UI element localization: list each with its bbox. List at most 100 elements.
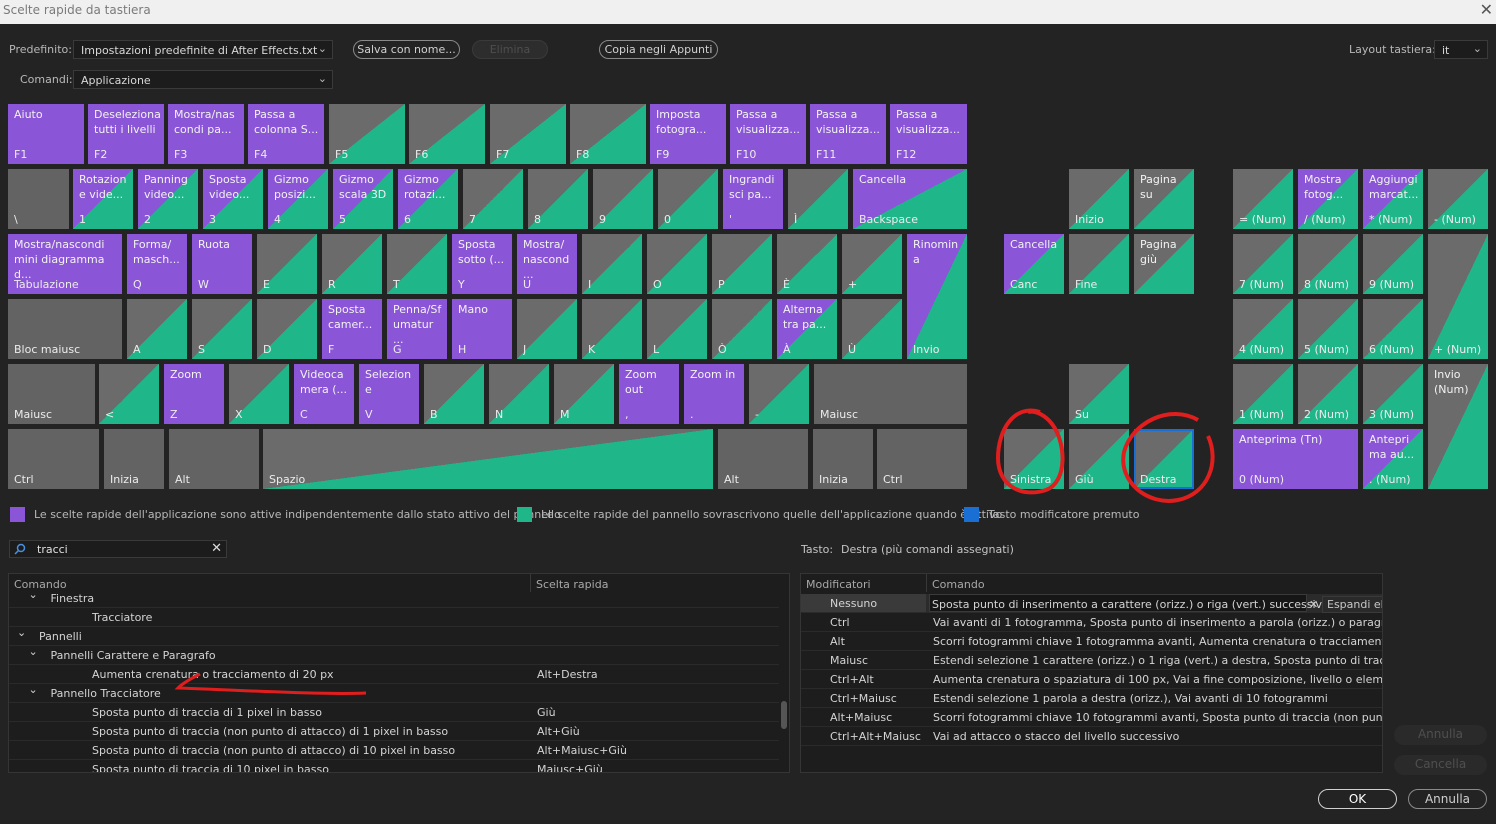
key--[interactable]: Zoom out, bbox=[619, 364, 679, 424]
key-o[interactable]: O bbox=[647, 234, 707, 294]
expand-button[interactable]: Espandi ele bbox=[1322, 596, 1382, 613]
key-4-num-[interactable]: 4 (Num) bbox=[1233, 299, 1293, 359]
key-f8[interactable]: F8 bbox=[570, 104, 646, 164]
chevron-down-icon[interactable]: ⌄ bbox=[17, 627, 26, 639]
preset-dropdown[interactable]: Impostazioni predefinite di After Effect… bbox=[73, 40, 333, 59]
key-e[interactable]: E bbox=[257, 234, 317, 294]
key-k[interactable]: K bbox=[582, 299, 642, 359]
cancel-button[interactable]: Annulla bbox=[1408, 789, 1487, 809]
key-8-num-[interactable]: 8 (Num) bbox=[1298, 234, 1358, 294]
key-ctrl[interactable]: Ctrl bbox=[8, 429, 99, 489]
key--[interactable]: - bbox=[749, 364, 809, 424]
key-maiusc[interactable]: Maiusc bbox=[814, 364, 967, 424]
key-sinistra[interactable]: Sinistra bbox=[1004, 429, 1064, 489]
key-h[interactable]: Mano H bbox=[452, 299, 512, 359]
key-r[interactable]: R bbox=[322, 234, 382, 294]
table-row[interactable]: Ctrl+Maiusc Estendi selezione 1 parola a … bbox=[801, 689, 1382, 708]
key-tabulazione[interactable]: Mostra/nascondi mini diagramma d... Tabul… bbox=[8, 234, 122, 294]
key--num-[interactable]: Antepri ma au... . (Num) bbox=[1363, 429, 1423, 489]
table-row[interactable]: Sposta punto di traccia (non punto di at… bbox=[9, 722, 779, 741]
key-è[interactable]: È bbox=[777, 234, 837, 294]
key-su[interactable]: Su bbox=[1069, 364, 1129, 424]
key-j[interactable]: J bbox=[517, 299, 577, 359]
key-ù[interactable]: Ù bbox=[842, 299, 902, 359]
shortcut-value[interactable]: Alt+Destra bbox=[537, 668, 598, 681]
key-ò[interactable]: Ò bbox=[712, 299, 772, 359]
tree-group-row[interactable]: ⌄ Pannelli bbox=[9, 627, 779, 646]
key-0-num-[interactable]: Anteprima (Tn) 0 (Num) bbox=[1233, 429, 1358, 489]
key-c[interactable]: Videoca mera (... C bbox=[294, 364, 354, 424]
table-row[interactable]: Tracciatore bbox=[9, 608, 779, 627]
key-g[interactable]: Penna/Sf umatur ... G bbox=[387, 299, 447, 359]
chevron-down-icon[interactable]: ⌄ bbox=[29, 592, 38, 601]
key-f12[interactable]: Passa a visualizza... F12 bbox=[890, 104, 967, 164]
key--num-[interactable]: = (Num) bbox=[1233, 169, 1293, 229]
key-invio[interactable]: Rinomin a Invio bbox=[907, 234, 967, 359]
key-9[interactable]: 9 bbox=[593, 169, 653, 229]
key-6[interactable]: Gizmo rotazi... 6 bbox=[398, 169, 458, 229]
key--num-[interactable]: Aggiungi marcat... * (Num) bbox=[1363, 169, 1423, 229]
key-f10[interactable]: Passa a visualizza... F10 bbox=[730, 104, 806, 164]
key-f3[interactable]: Mostra/nas condi pa... F3 bbox=[168, 104, 244, 164]
key-9-num-[interactable]: 9 (Num) bbox=[1363, 234, 1423, 294]
table-row[interactable]: Ctrl+Alt Aumenta crenatura o spaziatura d… bbox=[801, 670, 1382, 689]
key-fine[interactable]: Fine bbox=[1069, 234, 1129, 294]
delete-button[interactable]: Elimina bbox=[472, 40, 548, 59]
key-8[interactable]: 8 bbox=[528, 169, 588, 229]
clear-button[interactable]: Cancella bbox=[1394, 755, 1487, 775]
table-row[interactable]: Sposta punto di traccia di 10 pixel in b… bbox=[9, 760, 779, 772]
tree-group-row[interactable]: ⌄ Pannelli Carattere e Paragrafo bbox=[9, 646, 779, 665]
shortcut-value[interactable]: Alt+Maiusc+Giù bbox=[537, 744, 627, 757]
key-1-num-[interactable]: 1 (Num) bbox=[1233, 364, 1293, 424]
key-u[interactable]: Mostra/ nascond ... U bbox=[517, 234, 577, 294]
key-q[interactable]: Forma/ masch... Q bbox=[127, 234, 187, 294]
table-row[interactable]: Maiusc Estendi selezione 1 carattere (ori… bbox=[801, 651, 1382, 670]
key-w[interactable]: Ruota W bbox=[192, 234, 252, 294]
key-l[interactable]: L bbox=[647, 299, 707, 359]
key--[interactable]: < bbox=[99, 364, 159, 424]
key-backspace[interactable]: Cancella Backspace bbox=[853, 169, 967, 229]
key-f2[interactable]: Deseleziona tutti i livelli F2 bbox=[88, 104, 164, 164]
key--num-[interactable]: - (Num) bbox=[1428, 169, 1488, 229]
commands-dropdown[interactable]: Applicazione ⌄ bbox=[73, 70, 333, 89]
shortcut-value[interactable]: Alt+Giù bbox=[537, 725, 580, 738]
table-row[interactable]: Aumenta crenatura o tracciamento di 20 p… bbox=[9, 665, 779, 684]
key-2[interactable]: Panning video... 2 bbox=[138, 169, 198, 229]
table-row[interactable]: Sposta punto di traccia (non punto di at… bbox=[9, 741, 779, 760]
key-f11[interactable]: Passa a visualizza... F11 bbox=[810, 104, 886, 164]
key-pagina-su[interactable]: Pagina su bbox=[1134, 169, 1194, 229]
key-alt[interactable]: Alt bbox=[718, 429, 808, 489]
key-3-num-[interactable]: 3 (Num) bbox=[1363, 364, 1423, 424]
key--[interactable]: \ bbox=[8, 169, 69, 229]
chevron-down-icon[interactable]: ⌄ bbox=[29, 684, 38, 696]
key-bloc-maiusc[interactable]: Bloc maiusc bbox=[8, 299, 122, 359]
key-z[interactable]: Zoom Z bbox=[164, 364, 224, 424]
key-inizia[interactable]: Inizia bbox=[104, 429, 164, 489]
key-i[interactable]: I bbox=[582, 234, 642, 294]
key-destra[interactable]: Destra bbox=[1134, 429, 1194, 489]
key-x[interactable]: X bbox=[229, 364, 289, 424]
key--[interactable]: Ingrandi sci pa... ' bbox=[723, 169, 783, 229]
key-d[interactable]: D bbox=[257, 299, 317, 359]
key-a[interactable]: A bbox=[127, 299, 187, 359]
table-row[interactable]: Ctrl Vai avanti di 1 fotogramma, Sposta p… bbox=[801, 613, 1382, 632]
search-field[interactable]: tracci ✕ bbox=[9, 540, 227, 558]
key-giù[interactable]: Giù bbox=[1069, 429, 1129, 489]
table-row[interactable]: Nessuno Sposta punto di inserimento a car… bbox=[801, 594, 1382, 613]
key-n[interactable]: N bbox=[489, 364, 549, 424]
key-alt[interactable]: Alt bbox=[169, 429, 259, 489]
key-m[interactable]: M bbox=[554, 364, 614, 424]
shortcut-value[interactable]: Giù bbox=[537, 706, 556, 719]
ok-button[interactable]: OK bbox=[1318, 789, 1397, 809]
key-spazio[interactable]: Spazio bbox=[263, 429, 713, 489]
key-p[interactable]: P bbox=[712, 234, 772, 294]
key--num-[interactable]: Mostra fotog... / (Num) bbox=[1298, 169, 1358, 229]
key-f5[interactable]: F5 bbox=[329, 104, 405, 164]
table-row[interactable]: Ctrl+Alt+Maiusc Vai ad attacco o stacco d… bbox=[801, 727, 1382, 746]
key-4[interactable]: Gizmo posizi... 4 bbox=[268, 169, 328, 229]
key-invio-num-[interactable]: Invio (Num) bbox=[1428, 364, 1488, 489]
search-input[interactable]: tracci bbox=[37, 543, 68, 556]
clear-command-icon[interactable]: ✕ bbox=[1309, 598, 1318, 611]
table-row[interactable]: Alt+Maiusc Scorri fotogrammi chiave 10 fo… bbox=[801, 708, 1382, 727]
key-f6[interactable]: F6 bbox=[409, 104, 485, 164]
